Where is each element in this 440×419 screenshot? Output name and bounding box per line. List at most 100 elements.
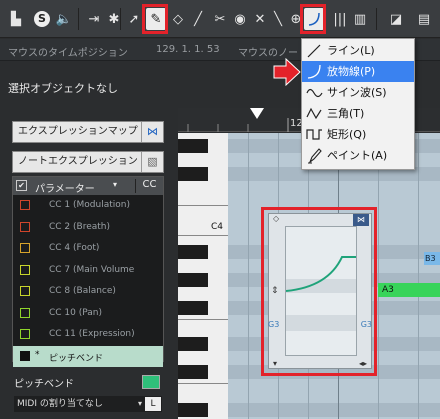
c4-label: C4 bbox=[211, 222, 224, 232]
grid-line bbox=[378, 133, 379, 419]
midi-assign-dropdown[interactable]: MIDI の割り当てなし ▾ L bbox=[14, 396, 162, 412]
quantize-icon[interactable]: ▥ bbox=[350, 8, 370, 30]
chevron-down-icon[interactable]: ▾ bbox=[113, 180, 117, 189]
parameter-row[interactable]: CC 2 (Breath) bbox=[13, 217, 163, 239]
parameter-checkbox[interactable] bbox=[20, 264, 30, 275]
menu-item-sine[interactable]: サイン波(S) bbox=[302, 82, 414, 103]
expression-map-label: エクスプレッションマップ bbox=[18, 126, 138, 137]
parameter-checkbox[interactable] bbox=[20, 243, 30, 253]
midi-assign-label: MIDI の割り当てなし bbox=[17, 399, 103, 409]
trim-tool-icon[interactable]: ╱ bbox=[188, 8, 208, 30]
note-a3-label: A3 bbox=[382, 285, 394, 295]
selection-label: 選択オブジェクトなし bbox=[8, 82, 118, 95]
menu-item-square-label: 矩形(Q) bbox=[327, 128, 367, 141]
black-key bbox=[178, 403, 208, 417]
b3-label: B3 bbox=[424, 252, 440, 265]
menu-item-sine-label: サイン波(S) bbox=[327, 86, 387, 99]
menu-item-line-label: ライン(L) bbox=[327, 44, 375, 57]
parameter-row[interactable]: CC 10 (Pan) bbox=[13, 303, 163, 325]
piano-keyboard[interactable]: C4 bbox=[178, 133, 228, 419]
black-key bbox=[178, 139, 208, 153]
grid-icon[interactable]: ▤ bbox=[414, 8, 434, 30]
key-divider bbox=[178, 383, 228, 384]
parameter-row[interactable]: CC 8 (Balance) bbox=[13, 281, 163, 303]
parameter-label: ピッチベンド bbox=[49, 353, 104, 364]
parameter-label: CC 2 (Breath) bbox=[49, 221, 111, 232]
parameter-checkbox[interactable] bbox=[20, 286, 30, 296]
split-tool-icon[interactable]: ✂ bbox=[210, 8, 230, 30]
parameter-label: CC 11 (Expression) bbox=[49, 329, 135, 339]
parameter-label: CC 7 (Main Volume bbox=[49, 264, 135, 275]
parameter-row[interactable]: CC 4 (Foot) bbox=[13, 238, 163, 260]
pencil-line-tool-icon[interactable]: ╲ bbox=[268, 8, 288, 30]
menu-item-square[interactable]: 矩形(Q) bbox=[302, 124, 414, 145]
sine-icon bbox=[306, 88, 323, 98]
grid-row bbox=[228, 403, 440, 417]
line-editor-highlight bbox=[261, 207, 377, 376]
solo-icon[interactable]: S bbox=[32, 8, 52, 30]
pitchbend-color-swatch[interactable] bbox=[142, 375, 160, 389]
menu-item-paint-label: ペイント(A) bbox=[327, 149, 388, 162]
line-tool-menu: ライン(L) 放物線(P) サイン波(S) 三角(T) 矩形(Q) ペイント(A… bbox=[301, 38, 415, 170]
note-a3[interactable]: A3 bbox=[378, 283, 440, 297]
parameter-checkbox[interactable] bbox=[20, 307, 30, 318]
parameter-label: CC 4 (Foot) bbox=[49, 243, 100, 253]
note-expression-button[interactable]: ノートエクスプレッション ▧ bbox=[12, 151, 164, 173]
parameter-header-label: パラメーター bbox=[35, 184, 95, 195]
learn-icon[interactable]: L bbox=[145, 397, 161, 411]
menu-item-triangle[interactable]: 三角(T) bbox=[302, 103, 414, 124]
panel-toggle-icon[interactable]: ▙ bbox=[6, 8, 26, 30]
parameter-row[interactable]: CC 7 (Main Volume bbox=[13, 260, 163, 282]
toolbar: ▙ S 🔈 ⇥ ✱ ➚ ✎ ◇ ╱ ✂ ◉ ✕ ╲ ⊕ ||| ▥ ◪ ▤ bbox=[0, 0, 440, 38]
parameter-header: ✔ パラメーター ▾ CC bbox=[13, 177, 163, 195]
parameter-label: CC 10 (Pan) bbox=[49, 307, 103, 318]
chevron-down-icon: ▾ bbox=[137, 399, 142, 408]
black-key bbox=[178, 301, 208, 315]
arrow-tool-icon[interactable]: ➚ bbox=[124, 8, 144, 30]
menu-item-parabola-label: 放物線(P) bbox=[327, 65, 376, 78]
square-wave-icon bbox=[306, 129, 322, 140]
parameter-list: ✔ パラメーター ▾ CC CC 1 (Modulation) CC 2 (Bre… bbox=[12, 176, 164, 367]
parabola-icon bbox=[307, 64, 321, 79]
note-expression-label: ノートエクスプレッション bbox=[18, 156, 138, 167]
menu-item-triangle-label: 三角(T) bbox=[327, 107, 365, 120]
parabola-tool-highlight bbox=[300, 4, 326, 34]
parameter-label: CC 1 (Modulation) bbox=[49, 200, 130, 210]
black-key bbox=[178, 167, 208, 181]
glue-tool-icon[interactable]: ◉ bbox=[230, 8, 250, 30]
parameter-checkbox[interactable] bbox=[20, 200, 30, 210]
speaker-icon[interactable]: 🔈 bbox=[54, 8, 74, 30]
expression-map-button[interactable]: エクスプレッションマップ ⋈ bbox=[12, 121, 164, 143]
snap-icon[interactable]: ◪ bbox=[386, 8, 406, 30]
black-key bbox=[178, 365, 208, 379]
parameter-checkbox[interactable] bbox=[20, 329, 30, 339]
key-divider bbox=[178, 205, 228, 206]
key-divider bbox=[178, 235, 228, 236]
parameter-row[interactable]: * ピッチベンド bbox=[13, 345, 163, 367]
parameter-header-cc: CC bbox=[135, 179, 163, 193]
line-icon bbox=[307, 44, 321, 58]
black-key bbox=[178, 245, 208, 259]
step-input-icon[interactable]: ||| bbox=[330, 8, 350, 30]
paint-icon bbox=[308, 148, 322, 164]
menu-item-line[interactable]: ライン(L) bbox=[302, 40, 414, 61]
autoscroll-options-icon[interactable]: ✱ bbox=[104, 8, 124, 30]
parameter-checkbox[interactable] bbox=[20, 221, 30, 232]
parameter-checkbox[interactable] bbox=[20, 350, 30, 361]
eraser-tool-icon[interactable]: ◇ bbox=[168, 8, 188, 30]
autoscroll-icon[interactable]: ⇥ bbox=[84, 8, 104, 30]
draw-tool-highlight bbox=[142, 4, 168, 34]
parameter-row[interactable]: CC 1 (Modulation) bbox=[13, 195, 163, 217]
grid-line bbox=[418, 133, 419, 419]
mouse-time-value: 129. 1. 1. 53 bbox=[156, 44, 220, 55]
menu-item-paint[interactable]: ペイント(A) bbox=[302, 145, 414, 166]
bowtie-icon: ⋈ bbox=[141, 122, 163, 142]
menu-item-parabola[interactable]: 放物線(P) bbox=[302, 61, 414, 82]
parameter-row[interactable]: CC 11 (Expression) bbox=[13, 324, 163, 346]
triangle-icon bbox=[306, 107, 322, 120]
mute-tool-icon[interactable]: ✕ bbox=[250, 8, 270, 30]
cursor-marker-icon[interactable] bbox=[250, 108, 264, 120]
checkmark-icon[interactable]: ✔ bbox=[16, 180, 27, 191]
note-expression-icon: ▧ bbox=[141, 152, 163, 172]
grid-line bbox=[248, 133, 249, 419]
